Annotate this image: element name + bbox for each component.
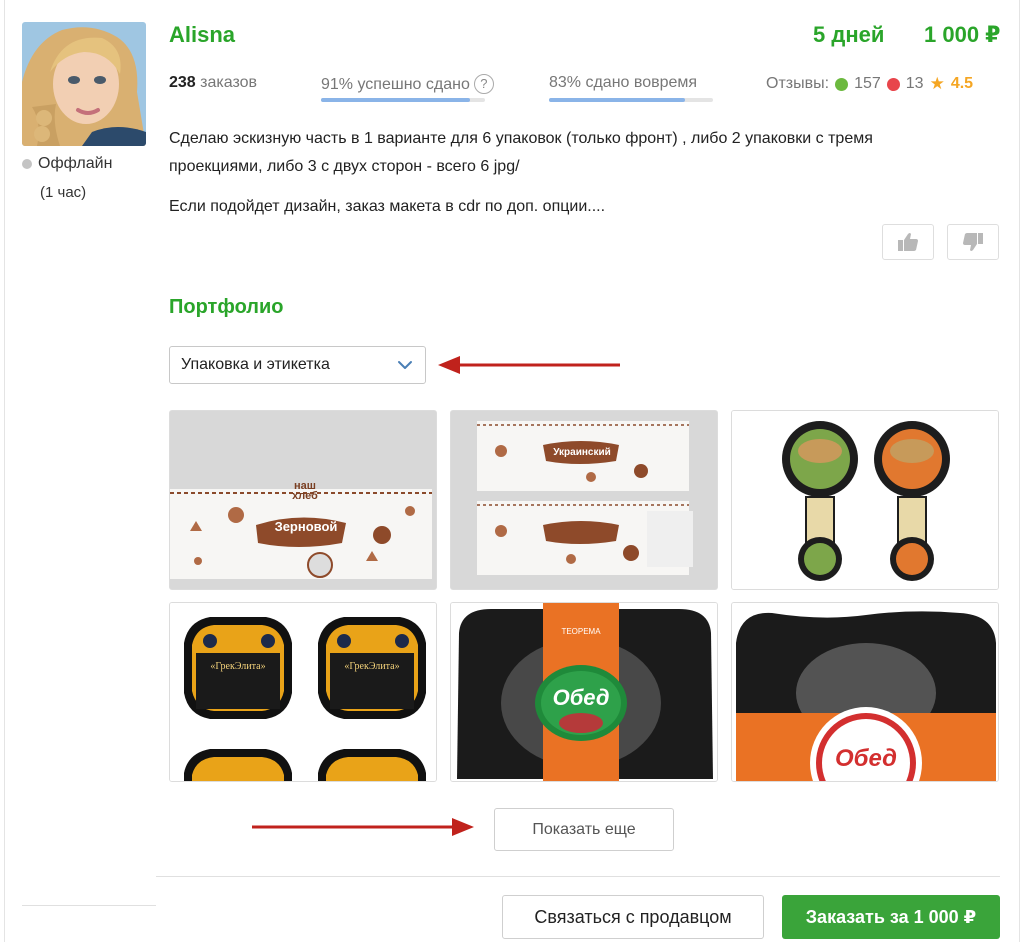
status-label: Оффлайн [38, 155, 113, 172]
ontime-bar-fill [549, 98, 686, 102]
status-time: (1 час) [40, 184, 87, 201]
negative-count: 13 [905, 75, 924, 92]
portfolio-item-2[interactable]: Украинский [450, 410, 718, 590]
portfolio-item-5[interactable]: ТЕОРЕМА Обед [450, 602, 718, 782]
deadline: 5 дней [813, 22, 885, 47]
divider [156, 876, 1000, 877]
description-line-1: Сделаю эскизную часть в 1 варианте для 6… [169, 130, 873, 147]
thumbs-up-icon [898, 233, 918, 251]
online-status: Оффлайн [22, 155, 112, 173]
olive-label-1: «ГрекЭлита» [210, 661, 266, 672]
bread-name-1: Зерновой [274, 519, 338, 534]
chevron-down-icon [398, 361, 412, 369]
order-button[interactable]: Заказать за 1 000 ₽ [782, 895, 1000, 939]
portfolio-item-1[interactable]: наш хлеб Зерновой [169, 410, 437, 590]
bread-brand: наш хлеб [292, 480, 318, 502]
portfolio-item-6[interactable]: Обед [731, 602, 999, 782]
like-button[interactable] [882, 224, 934, 260]
success-bar-fill [321, 98, 471, 102]
price: 1 000 ₽ [924, 22, 1001, 47]
negative-dot-icon [886, 77, 900, 91]
portfolio-category-select[interactable]: Упаковка и этикетка [169, 346, 426, 384]
positive-dot-icon [835, 77, 849, 91]
reviews-label: Отзывы: [766, 75, 830, 92]
ontime-rate: 83% сдано вовремя [549, 74, 697, 92]
description-paragraph-2: Если подойдет дизайн, заказ макета в cdr… [169, 198, 606, 215]
lunch-label-5: Обед [552, 685, 610, 710]
olive-label-2: «ГрекЭлита» [344, 661, 400, 672]
orders-count: 238 заказов [169, 74, 257, 92]
seller-name-link[interactable]: Alisna [169, 22, 235, 48]
rating-value: 4.5 [950, 75, 974, 92]
dislike-button[interactable] [947, 224, 999, 260]
red-arrow-right-icon [252, 818, 474, 836]
ontime-label: 83% сдано вовремя [549, 74, 698, 91]
bread-name-2: Украинский [553, 447, 611, 458]
description-line-2: проекциями, либо 3 с двух сторон - всего… [169, 158, 520, 175]
success-rate: 91% успешно сдано? [321, 74, 494, 94]
ontime-bar [549, 98, 713, 102]
success-label: 91% успешно сдано [321, 76, 470, 93]
star-icon: ★ [929, 74, 945, 93]
red-arrow-left-icon [438, 356, 620, 374]
orders-label: заказов [200, 74, 258, 91]
positive-count: 157 [854, 75, 881, 92]
status-dot-icon [22, 159, 32, 169]
reviews-summary[interactable]: Отзывы: 157 13 ★ 4.5 [766, 74, 973, 94]
lunch-label-6: Обед [834, 745, 897, 772]
portfolio-item-3[interactable] [731, 410, 999, 590]
show-more-button[interactable]: Показать еще [494, 808, 674, 851]
divider [22, 905, 156, 906]
thumbs-down-icon [963, 233, 983, 251]
seller-avatar[interactable] [22, 22, 146, 146]
brand-label-5: ТЕОРЕМА [561, 627, 601, 636]
success-bar [321, 98, 485, 102]
portfolio-item-4[interactable]: «ГрекЭлита» «ГрекЭлита» [169, 602, 437, 782]
selected-category: Упаковка и этикетка [181, 356, 330, 373]
help-icon[interactable]: ? [473, 74, 494, 94]
portfolio-title: Портфолио [169, 296, 284, 318]
orders-number: 238 [169, 74, 196, 91]
contact-seller-button[interactable]: Связаться с продавцом [502, 895, 764, 939]
